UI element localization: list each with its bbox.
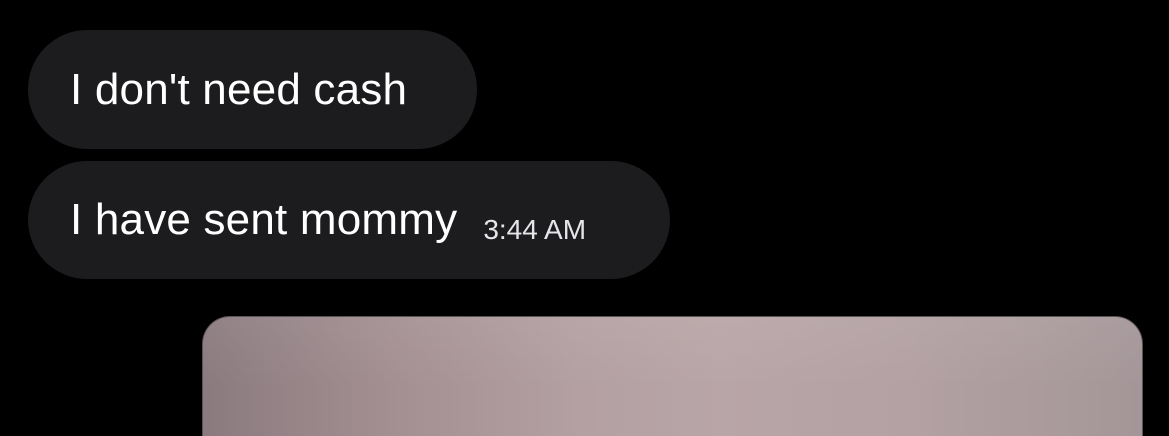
message-bubble[interactable]: I don't need cash <box>28 30 477 149</box>
message-text: I don't need cash <box>70 64 408 114</box>
image-attachment[interactable] <box>202 316 1143 436</box>
message-timestamp: 3:44 AM <box>483 214 587 245</box>
message-bubble[interactable]: I have sent mommy 3:44 AM <box>28 161 670 279</box>
message-text: I have sent mommy <box>70 195 458 244</box>
chat-thread: I don't need cash I have sent mommy 3:44… <box>0 0 1169 436</box>
